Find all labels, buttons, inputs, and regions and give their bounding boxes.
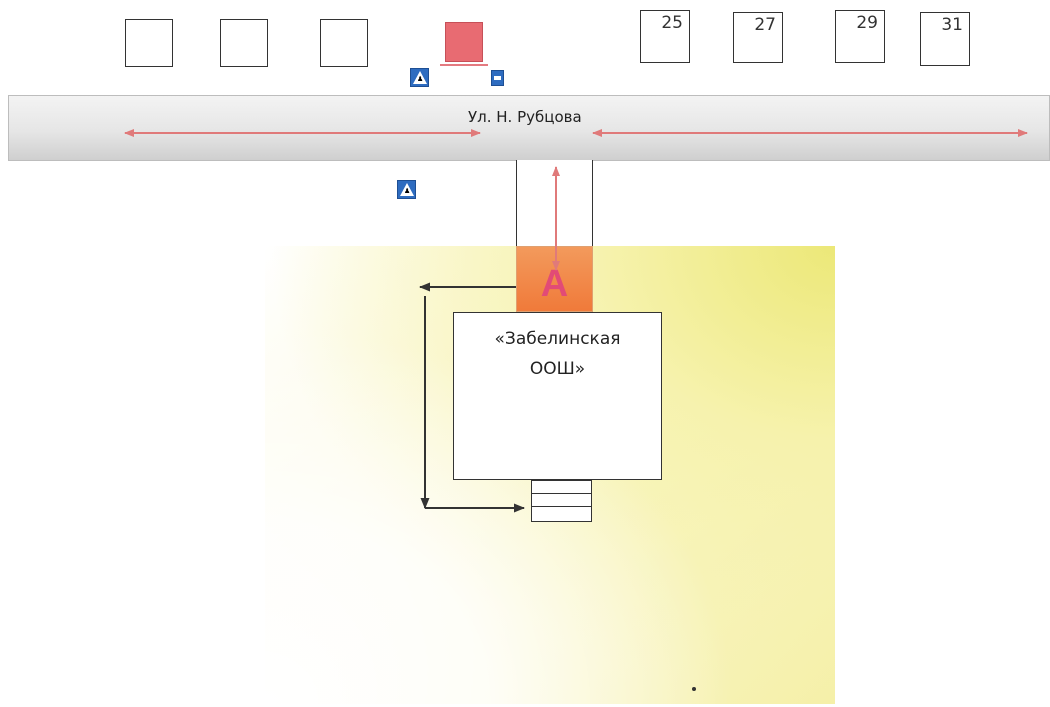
route-arrows [124,129,1028,513]
